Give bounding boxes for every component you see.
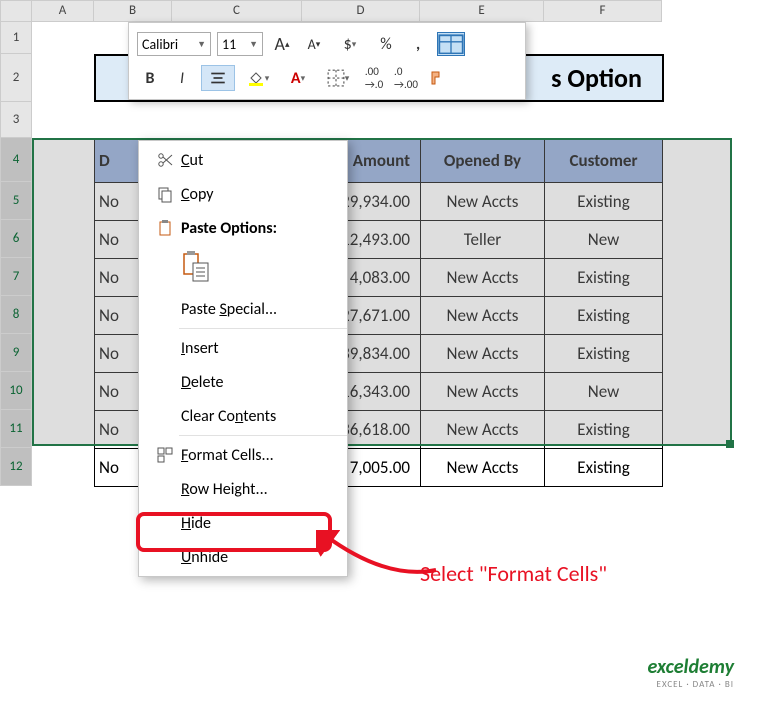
accounting-format-button[interactable]: $▾ bbox=[333, 31, 367, 57]
chevron-down-icon: ▼ bbox=[197, 39, 206, 50]
comma-format-button[interactable]: , bbox=[405, 31, 431, 57]
col-header-E[interactable]: E bbox=[420, 0, 544, 22]
cell-opened-by[interactable]: New Accts bbox=[421, 411, 545, 449]
cell-customer[interactable]: New bbox=[545, 373, 663, 411]
row-header-8[interactable]: 8 bbox=[0, 296, 32, 334]
watermark-brand: exceldemy bbox=[648, 655, 734, 679]
col-header-F[interactable]: F bbox=[544, 0, 662, 22]
percent-format-button[interactable]: % bbox=[373, 31, 399, 57]
menu-delete[interactable]: Delete bbox=[139, 365, 347, 399]
row-header-3[interactable]: 3 bbox=[0, 102, 32, 138]
scissors-icon bbox=[149, 151, 181, 169]
menu-separator bbox=[179, 435, 347, 436]
increase-font-button[interactable]: A▴ bbox=[269, 31, 295, 57]
borders-button[interactable]: ▾ bbox=[321, 65, 355, 91]
selection-fill-handle[interactable] bbox=[726, 440, 734, 448]
cell-opened-by[interactable]: New Accts bbox=[421, 183, 545, 221]
cell-opened-by[interactable]: New Accts bbox=[421, 335, 545, 373]
align-center-icon bbox=[209, 69, 227, 87]
cell-opened-by[interactable]: Teller bbox=[421, 221, 545, 259]
decrease-decimal-button[interactable]: .0→.00 bbox=[393, 65, 419, 91]
menu-unhide[interactable]: Unhide bbox=[139, 540, 347, 574]
col-header-C[interactable]: C bbox=[172, 0, 302, 22]
col-header-A[interactable]: A bbox=[32, 0, 94, 22]
chevron-down-icon: ▼ bbox=[249, 39, 258, 50]
col-header-B[interactable]: B bbox=[94, 0, 172, 22]
watermark-tagline: EXCEL · DATA · BI bbox=[648, 679, 734, 690]
menu-cut[interactable]: Cut bbox=[139, 143, 347, 177]
row-header-5[interactable]: 5 bbox=[0, 182, 32, 220]
menu-format-cells[interactable]: Format Cells... bbox=[139, 438, 347, 472]
cell-customer[interactable]: Existing bbox=[545, 259, 663, 297]
menu-paste-default[interactable] bbox=[139, 245, 347, 292]
menu-separator bbox=[179, 328, 347, 329]
row-header-10[interactable]: 10 bbox=[0, 372, 32, 410]
fill-color-button[interactable]: ▾ bbox=[241, 65, 275, 91]
cell-customer[interactable]: Existing bbox=[545, 297, 663, 335]
row-header-11[interactable]: 11 bbox=[0, 410, 32, 448]
title-text: s Option bbox=[551, 62, 642, 94]
menu-hide[interactable]: Hide bbox=[139, 506, 347, 540]
format-cells-icon bbox=[149, 446, 181, 464]
menu-insert[interactable]: Insert bbox=[139, 331, 347, 365]
select-all-corner[interactable] bbox=[0, 0, 32, 22]
cell-customer[interactable]: New bbox=[545, 221, 663, 259]
annotation-text: Select "Format Cells" bbox=[420, 560, 607, 587]
menu-row-height[interactable]: Row Height... bbox=[139, 472, 347, 506]
column-header-row: A B C D E F bbox=[0, 0, 662, 22]
col-customer: Customer bbox=[545, 139, 663, 183]
increase-decimal-button[interactable]: .00→.0 bbox=[361, 65, 387, 91]
font-size-select[interactable]: 11▼ bbox=[217, 32, 263, 56]
format-painter-button[interactable] bbox=[425, 65, 451, 91]
table-button[interactable] bbox=[437, 32, 465, 56]
copy-icon bbox=[149, 185, 181, 203]
italic-button[interactable]: I bbox=[169, 65, 195, 91]
row-header-2[interactable]: 2 bbox=[0, 54, 32, 102]
menu-copy[interactable]: Copy bbox=[139, 177, 347, 211]
cell-opened-by[interactable]: New Accts bbox=[421, 297, 545, 335]
menu-clear-contents[interactable]: Clear Contents bbox=[139, 399, 347, 433]
menu-paste-special[interactable]: Paste Special... bbox=[139, 292, 347, 326]
align-button[interactable] bbox=[201, 65, 235, 91]
clipboard-icon bbox=[149, 219, 181, 237]
row-header-6[interactable]: 6 bbox=[0, 220, 32, 258]
font-color-button[interactable]: A▾ bbox=[281, 65, 315, 91]
cell-customer[interactable]: Existing bbox=[545, 411, 663, 449]
row-header-7[interactable]: 7 bbox=[0, 258, 32, 296]
paintbrush-icon bbox=[429, 69, 447, 87]
cell-opened-by[interactable]: New Accts bbox=[421, 373, 545, 411]
cell-opened-by[interactable]: New Accts bbox=[421, 449, 545, 487]
font-family-select[interactable]: Calibri▼ bbox=[137, 32, 211, 56]
context-menu: Cut Copy Paste Options: Paste Special...… bbox=[138, 140, 348, 577]
bold-button[interactable]: B bbox=[137, 65, 163, 91]
cell-customer[interactable]: Existing bbox=[545, 335, 663, 373]
decrease-font-button[interactable]: A▾ bbox=[301, 31, 327, 57]
borders-icon bbox=[327, 69, 345, 87]
paint-bucket-icon bbox=[247, 69, 265, 87]
row-header-9[interactable]: 9 bbox=[0, 334, 32, 372]
col-opened-by: Opened By bbox=[421, 139, 545, 183]
mini-toolbar: Calibri▼ 11▼ A▴ A▾ $▾ % , B I ▾ A▾ ▾ .00… bbox=[128, 22, 526, 100]
row-header-4[interactable]: 4 bbox=[0, 138, 32, 182]
cell-opened-by[interactable]: New Accts bbox=[421, 259, 545, 297]
paste-icon bbox=[181, 249, 211, 283]
row-header-col: 1 2 3 4 5 6 7 8 9 10 11 12 bbox=[0, 22, 32, 486]
watermark: exceldemy EXCEL · DATA · BI bbox=[648, 655, 734, 690]
row-header-12[interactable]: 12 bbox=[0, 448, 32, 486]
table-icon bbox=[438, 34, 464, 55]
row-header-1[interactable]: 1 bbox=[0, 22, 32, 54]
cell-customer[interactable]: Existing bbox=[545, 449, 663, 487]
cell-customer[interactable]: Existing bbox=[545, 183, 663, 221]
menu-paste-options-header: Paste Options: bbox=[139, 211, 347, 245]
col-header-D[interactable]: D bbox=[302, 0, 420, 22]
